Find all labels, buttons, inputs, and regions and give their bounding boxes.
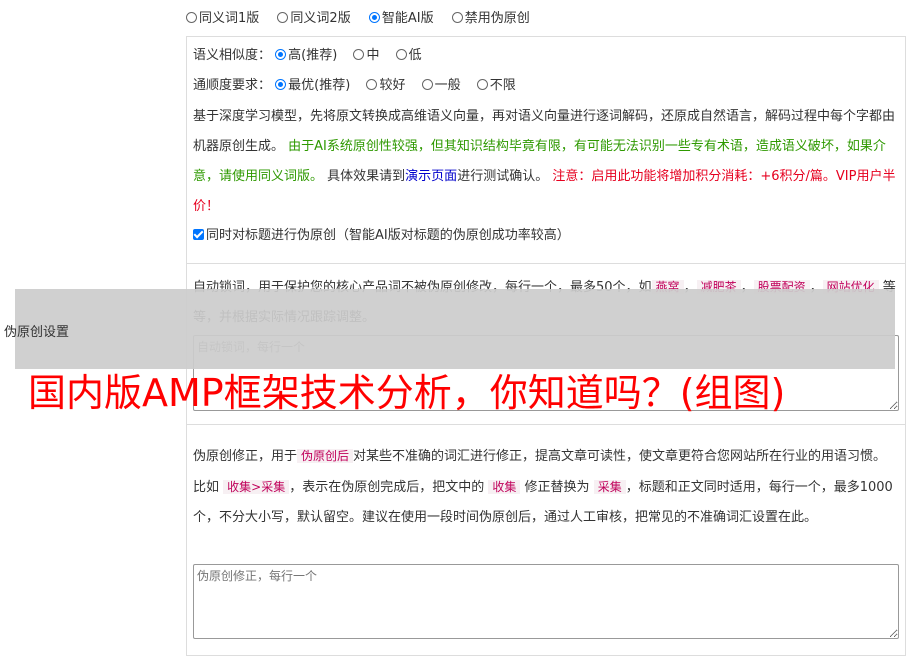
version-option-synonym-1[interactable]: 同义词1版: [186, 11, 259, 26]
fluency-label: 通顺度要求：: [193, 78, 272, 93]
radio-icon: [395, 49, 407, 60]
checkbox-checked-icon: [193, 229, 204, 240]
example-tag: 伪原创后: [297, 449, 354, 463]
section-side-label: 伪原创设置: [4, 325, 70, 340]
radio-selected-icon: [368, 12, 380, 23]
demo-page-link[interactable]: 演示页面: [405, 169, 457, 184]
overlay-band: [15, 289, 895, 369]
corrections-textarea[interactable]: [193, 564, 899, 639]
radio-icon: [353, 49, 365, 60]
example-tag: 采集: [593, 480, 626, 494]
headline-overlay: 国内版AMP框架技术分析，你知道吗？(组图): [28, 371, 786, 415]
ai-description: 基于深度学习模型，先将原文转换成高维语义向量，再对语义向量进行逐词解码，还原成自…: [193, 109, 896, 214]
version-selector: 同义词1版 同义词2版 智能AI版 禁用伪原创: [186, 8, 544, 30]
title-pseudo-checkbox[interactable]: 同时对标题进行伪原创（智能AI版对标题的伪原创成功率较高）: [193, 226, 570, 246]
radio-icon: [277, 12, 289, 23]
similarity-label: 语义相似度：: [193, 48, 272, 63]
version-option-disable[interactable]: 禁用伪原创: [451, 11, 530, 26]
corrections-description: 伪原创修正，用于 伪原创后 对某些不准确的词汇进行修正，提高文章可读性，使文章更符合…: [193, 449, 893, 525]
radio-icon: [476, 79, 488, 90]
corrections-panel: 伪原创修正，用于 伪原创后 对某些不准确的词汇进行修正，提高文章可读性，使文章更符合…: [186, 424, 906, 656]
similarity-option-high[interactable]: 高(推荐): [275, 48, 337, 63]
fluency-option-any[interactable]: 不限: [476, 78, 516, 93]
fluency-option-normal[interactable]: 一般: [421, 78, 461, 93]
similarity-row: 语义相似度： 高(推荐) 中 低: [193, 46, 434, 66]
similarity-option-medium[interactable]: 中: [353, 48, 379, 63]
example-tag: 收集>采集: [223, 480, 290, 494]
radio-icon: [451, 12, 463, 23]
fluency-row: 通顺度要求： 最优(推荐) 较好 一般 不限: [193, 76, 528, 96]
version-option-synonym-2[interactable]: 同义词2版: [277, 11, 351, 26]
radio-icon: [186, 12, 197, 23]
ai-settings-panel: 语义相似度： 高(推荐) 中 低 通顺度要求： 最优(推荐) 较好 一般 不限 …: [186, 36, 906, 264]
similarity-option-low[interactable]: 低: [395, 48, 422, 63]
radio-icon: [366, 79, 378, 90]
version-option-ai[interactable]: 智能AI版: [368, 11, 434, 26]
fluency-option-best[interactable]: 最优(推荐): [275, 78, 350, 93]
radio-selected-icon: [275, 49, 287, 60]
radio-selected-icon: [275, 79, 287, 90]
radio-icon: [421, 79, 433, 90]
fluency-option-good[interactable]: 较好: [366, 78, 405, 93]
example-tag: 收集: [488, 480, 521, 494]
